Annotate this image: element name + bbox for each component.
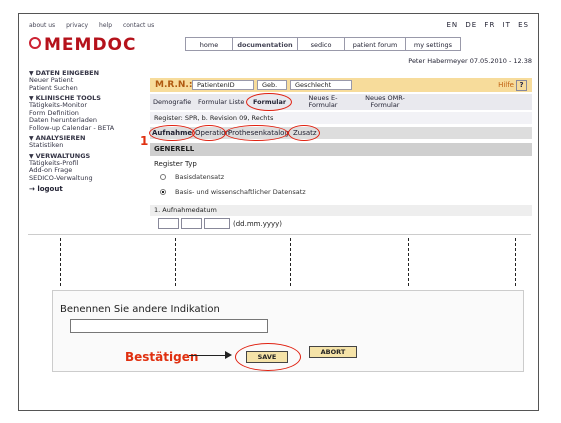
tab-neues-e-formular[interactable]: Neues E-Formular	[298, 95, 348, 109]
arrow-line	[189, 355, 227, 356]
radio-circle-icon	[160, 174, 166, 180]
radio-selected-icon	[160, 189, 166, 195]
lang-de[interactable]: DE	[465, 21, 477, 29]
link-privacy[interactable]: privacy	[66, 22, 88, 29]
sidebar-item-sedico-verwaltung[interactable]: SEDICO-Verwaltung	[29, 174, 149, 183]
date-day-input[interactable]	[158, 218, 179, 229]
nav-tab-sedico[interactable]: sedico	[297, 37, 345, 51]
geb-field[interactable]: Geb.	[257, 80, 287, 90]
andere-indikation-label: Benennen Sie andere Indikation	[60, 304, 220, 315]
nav-tab-patient-forum[interactable]: patient forum	[344, 37, 406, 51]
omitted-content-line	[175, 238, 176, 286]
section-generell-header: GENERELL	[150, 143, 532, 156]
logout-link[interactable]: → logout	[29, 185, 149, 193]
link-about-us[interactable]: about us	[29, 22, 55, 29]
highlight-oval-operation	[192, 125, 226, 141]
highlight-oval-aufnahme	[149, 125, 195, 141]
lang-en[interactable]: EN	[446, 21, 458, 29]
confirm-annotation-label: Bestätigen	[125, 350, 199, 364]
tab-formular-liste[interactable]: Formular Liste	[198, 98, 244, 106]
sidebar-item-patient-suchen[interactable]: Patient Suchen	[29, 84, 149, 93]
annotation-number-1: 1	[140, 134, 149, 148]
logo-ring-icon	[29, 37, 41, 49]
save-button[interactable]: SAVE	[246, 351, 288, 363]
tab-neues-omr-formular[interactable]: Neues OMR-Formular	[357, 95, 413, 109]
lang-fr[interactable]: FR	[484, 21, 495, 29]
date-year-input[interactable]	[204, 218, 230, 229]
link-help[interactable]: help	[99, 22, 112, 29]
section-separator	[28, 234, 531, 235]
register-typ-label: Register Typ	[154, 160, 197, 168]
user-info-line: Peter Habermeyer 07.05.2010 - 12.38	[408, 57, 532, 65]
nav-tab-my-settings[interactable]: my settings	[405, 37, 461, 51]
omitted-content-line	[60, 238, 61, 286]
andere-indikation-input[interactable]	[70, 319, 268, 333]
lang-it[interactable]: IT	[503, 21, 511, 29]
geschlecht-field[interactable]: Geschlecht	[290, 80, 352, 90]
register-info: Register: SPR, b. Revision 09, Rechts	[150, 112, 532, 124]
radio-basisdatensatz[interactable]: Basisdatensatz	[160, 173, 224, 181]
date-format-hint: (dd.mm.yyyy)	[233, 220, 283, 228]
abort-button[interactable]: ABORT	[309, 346, 357, 358]
highlight-oval-prothesenkatalog	[225, 125, 288, 141]
mrn-label: M.R.N.:	[155, 80, 193, 90]
omitted-content-line	[515, 238, 516, 286]
date-month-input[interactable]	[181, 218, 202, 229]
aufnahmedatum-label: 1. Aufnahmedatum	[150, 205, 532, 216]
help-icon[interactable]: ?	[516, 80, 527, 91]
arrow-right-icon	[225, 351, 232, 359]
tab-demografie[interactable]: Demografie	[153, 98, 191, 106]
top-links: about us privacy help contact us	[29, 22, 163, 29]
omitted-content-line	[290, 238, 291, 286]
patient-id-field[interactable]: PatientenID	[192, 80, 254, 90]
sidebar-item-follow-up-calendar[interactable]: Follow-up Calendar - BETA	[29, 124, 149, 133]
sidebar-item-statistiken[interactable]: Statistiken	[29, 141, 149, 150]
radio-basis-wissenschaftlich[interactable]: Basis- und wissenschaftlicher Datensatz	[160, 188, 306, 196]
omitted-content-line	[408, 238, 409, 286]
link-contact-us[interactable]: contact us	[123, 22, 154, 29]
logo-text: MEMDOC	[44, 35, 137, 55]
help-link[interactable]: Hilfe?	[498, 80, 527, 91]
sidebar: ▼ DATEN EINGEBEN Neuer Patient Patient Su…	[29, 67, 149, 193]
lang-es[interactable]: ES	[518, 21, 529, 29]
memdoc-logo: MEMDOC	[29, 35, 137, 55]
highlight-oval-zusatz	[288, 125, 320, 141]
language-selector: EN DE FR IT ES	[442, 21, 529, 29]
highlight-oval-formular	[246, 93, 292, 111]
nav-tab-documentation[interactable]: documentation	[232, 37, 298, 51]
nav-tab-home[interactable]: home	[185, 37, 233, 51]
